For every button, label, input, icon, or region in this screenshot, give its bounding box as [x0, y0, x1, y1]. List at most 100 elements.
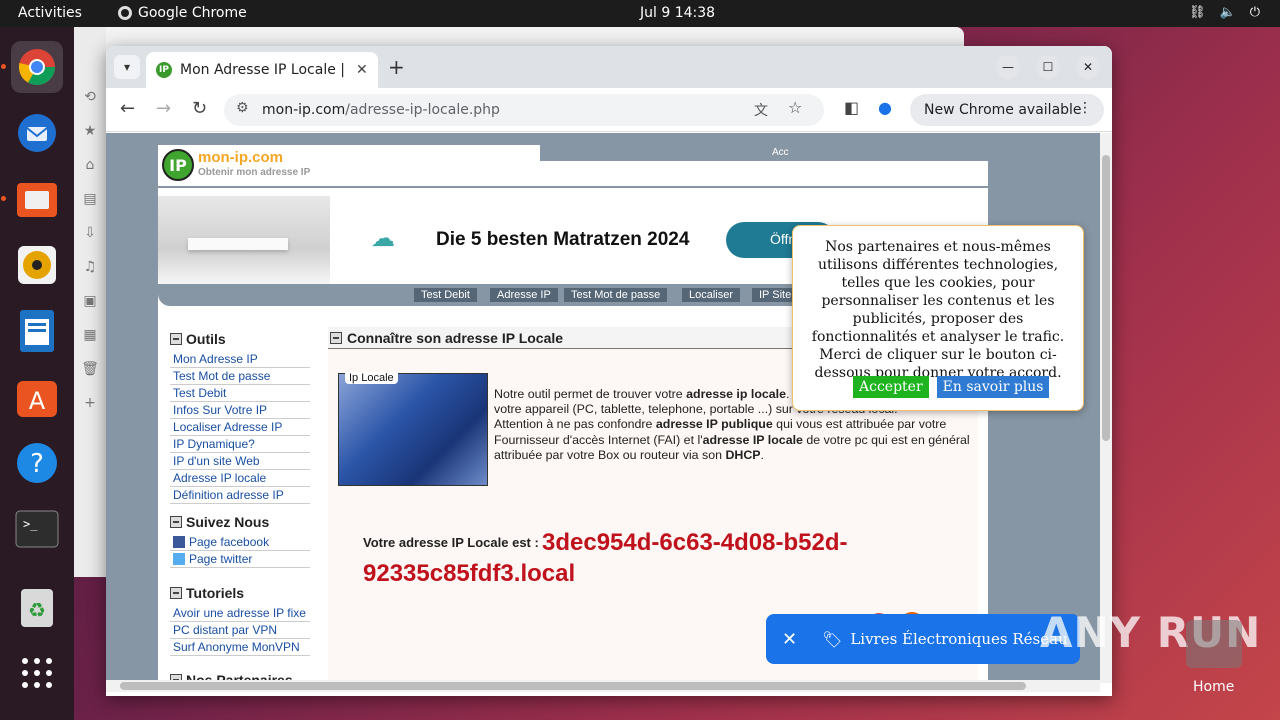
menu-test-mot-de-passe[interactable]: Test Mot de passe: [564, 288, 668, 302]
cookie-buttons: Accepter En savoir plus: [853, 376, 1050, 398]
profile-icon[interactable]: ●: [878, 98, 892, 117]
picture-icon: ▣: [83, 293, 97, 309]
accept-cookies-button[interactable]: Accepter: [853, 376, 929, 398]
url-path: /adresse-ip-locale.php: [345, 102, 500, 118]
app-name-label: Google Chrome: [138, 5, 247, 21]
video-icon: ▦: [83, 327, 97, 343]
running-indicator: [1, 64, 6, 69]
local-ip-value: 3dec954d-6c63-4d08-b52d-92335c85fdf3.loc…: [363, 529, 848, 587]
forward-button[interactable]: →: [156, 98, 171, 119]
new-tab-button[interactable]: +: [388, 55, 405, 79]
suivez-heading: Suivez Nous: [170, 514, 310, 530]
menu-dots-icon[interactable]: ⋮: [1078, 100, 1092, 116]
back-button[interactable]: ←: [120, 98, 135, 119]
chrome-window: ▾ IP Mon Adresse IP Locale | Q ✕ + — ☐ ✕…: [106, 46, 1112, 696]
sidebar-link-ip-site-web[interactable]: IP d'un site Web: [170, 453, 310, 470]
sidebar-link-facebook[interactable]: Page facebook: [170, 534, 310, 551]
system-tray[interactable]: ⛓ 🔈 ⏻: [1189, 5, 1260, 20]
sidebar-link-definition[interactable]: Définition adresse IP: [170, 487, 310, 504]
app-menu[interactable]: Google Chrome: [118, 5, 247, 21]
update-label: New Chrome available: [924, 102, 1082, 118]
sidebar-link-ip-dynamique[interactable]: IP Dynamique?: [170, 436, 310, 453]
background-window-sidebar: ⟲ ★ ⌂ ▤ ⇩ ♫ ▣ ▦ 🗑 +: [74, 27, 106, 577]
header-nav[interactable]: Acc: [540, 145, 988, 161]
svg-text:A: A: [29, 387, 46, 415]
reload-button[interactable]: ↻: [192, 98, 207, 119]
dock-trash[interactable]: ♻: [11, 581, 63, 633]
suivez-title: Suivez Nous: [186, 514, 270, 530]
page-viewport: IP mon-ip.com Obtenir mon adresse IP Acc…: [106, 133, 1100, 683]
home-folder-icon[interactable]: [1186, 620, 1242, 668]
dock-terminal[interactable]: >_: [11, 503, 63, 555]
update-chrome-button[interactable]: New Chrome available ⋮: [910, 94, 1104, 126]
dock-files[interactable]: [1, 173, 63, 225]
sidebar-link-infos-ip[interactable]: Infos Sur Votre IP: [170, 402, 310, 419]
sidebar-link-surf-anonyme[interactable]: Surf Anonyme MonVPN: [170, 639, 310, 656]
side-panel-icon[interactable]: ◧: [844, 98, 859, 117]
tutoriels-heading: Tutoriels: [170, 585, 310, 601]
grid-icon: [22, 658, 52, 688]
minimize-button[interactable]: —: [996, 55, 1020, 79]
bookmark-star-icon[interactable]: ☆: [788, 98, 802, 117]
sidebar-link-pc-distant[interactable]: PC distant par VPN: [170, 622, 310, 639]
image-label: Ip Locale: [345, 372, 398, 384]
chrome-small-icon: [118, 6, 132, 20]
address-bar[interactable]: ⚙ mon-ip.com/adresse-ip-locale.php 文 ☆: [224, 94, 824, 126]
horizontal-scrollbar[interactable]: [106, 680, 1100, 692]
home-icon: ⌂: [85, 157, 95, 173]
menu-test-debit[interactable]: Test Debit: [414, 288, 477, 302]
ad-title[interactable]: Die 5 besten Matratzen 2024: [436, 229, 689, 251]
scroll-thumb[interactable]: [120, 682, 1026, 690]
writer-icon: [20, 310, 54, 352]
facebook-icon: [173, 536, 185, 548]
activities-button[interactable]: Activities: [18, 5, 82, 21]
sidebar-link-adresse-ip-locale[interactable]: Adresse IP locale: [170, 470, 310, 487]
dock-writer[interactable]: [11, 305, 63, 357]
dock-thunderbird[interactable]: [11, 107, 63, 159]
dock-app-center[interactable]: A: [11, 371, 63, 423]
chevron-down-icon: ▾: [123, 60, 131, 74]
collapse-icon: [170, 333, 182, 345]
sidebar-link-ip-fixe[interactable]: Avoir une adresse IP fixe: [170, 605, 310, 622]
document-icon: ▤: [83, 191, 97, 207]
sidebar-link-test-mot-de-passe[interactable]: Test Mot de passe: [170, 368, 310, 385]
menu-adresse-ip[interactable]: Adresse IP: [490, 288, 558, 302]
app-center-icon: A: [17, 381, 57, 417]
clock[interactable]: Jul 9 14:38: [640, 5, 715, 21]
dock-chrome[interactable]: [1, 41, 63, 93]
svg-text:♻: ♻: [28, 598, 46, 622]
maximize-button[interactable]: ☐: [1036, 55, 1060, 79]
collapse-icon: [170, 516, 182, 528]
close-window-button[interactable]: ✕: [1076, 55, 1100, 79]
dock-show-apps[interactable]: [11, 647, 63, 699]
cookie-consent-popup: Nos partenaires et nous-mêmes utilisons …: [792, 225, 1084, 411]
sidebar-link-test-debit[interactable]: Test Debit: [170, 385, 310, 402]
close-icon[interactable]: ✕: [782, 629, 800, 650]
sidebar-link-mon-adresse-ip[interactable]: Mon Adresse IP: [170, 351, 310, 368]
sidebar-link-twitter[interactable]: Page twitter: [170, 551, 310, 568]
scroll-thumb[interactable]: [1102, 155, 1110, 441]
outils-heading: Outils: [170, 331, 310, 347]
main-title: Connaître son adresse IP Locale: [347, 329, 564, 346]
logo-icon[interactable]: IP: [162, 149, 194, 181]
intro-text-part: .: [760, 447, 764, 462]
logo-name[interactable]: mon-ip.com: [198, 149, 283, 166]
tab-close-icon[interactable]: ✕: [356, 62, 368, 78]
collapse-icon: [170, 587, 182, 599]
toast-text[interactable]: Livres Électroniques Réseau Do...: [850, 630, 1068, 648]
facebook-label: Page facebook: [189, 535, 270, 549]
site-header: IP mon-ip.com Obtenir mon adresse IP Acc: [158, 145, 988, 188]
site-info-icon[interactable]: ⚙: [236, 100, 249, 116]
tab-active[interactable]: IP Mon Adresse IP Locale | Q ✕: [146, 52, 378, 88]
vertical-scrollbar[interactable]: [1100, 133, 1112, 683]
learn-more-button[interactable]: En savoir plus: [936, 376, 1050, 398]
translate-icon[interactable]: 文: [754, 100, 768, 120]
intro-bold: DHCP: [725, 447, 761, 462]
toast-notification[interactable]: ✕ 🏷 Livres Électroniques Réseau Do...: [766, 614, 1080, 664]
dock-rhythmbox[interactable]: [11, 239, 63, 291]
dock-help[interactable]: ?: [11, 437, 63, 489]
sidebar-link-localiser[interactable]: Localiser Adresse IP: [170, 419, 310, 436]
tab-search-button[interactable]: ▾: [114, 55, 140, 79]
menu-localiser[interactable]: Localiser: [682, 288, 741, 302]
home-folder-label[interactable]: Home: [1193, 679, 1234, 695]
